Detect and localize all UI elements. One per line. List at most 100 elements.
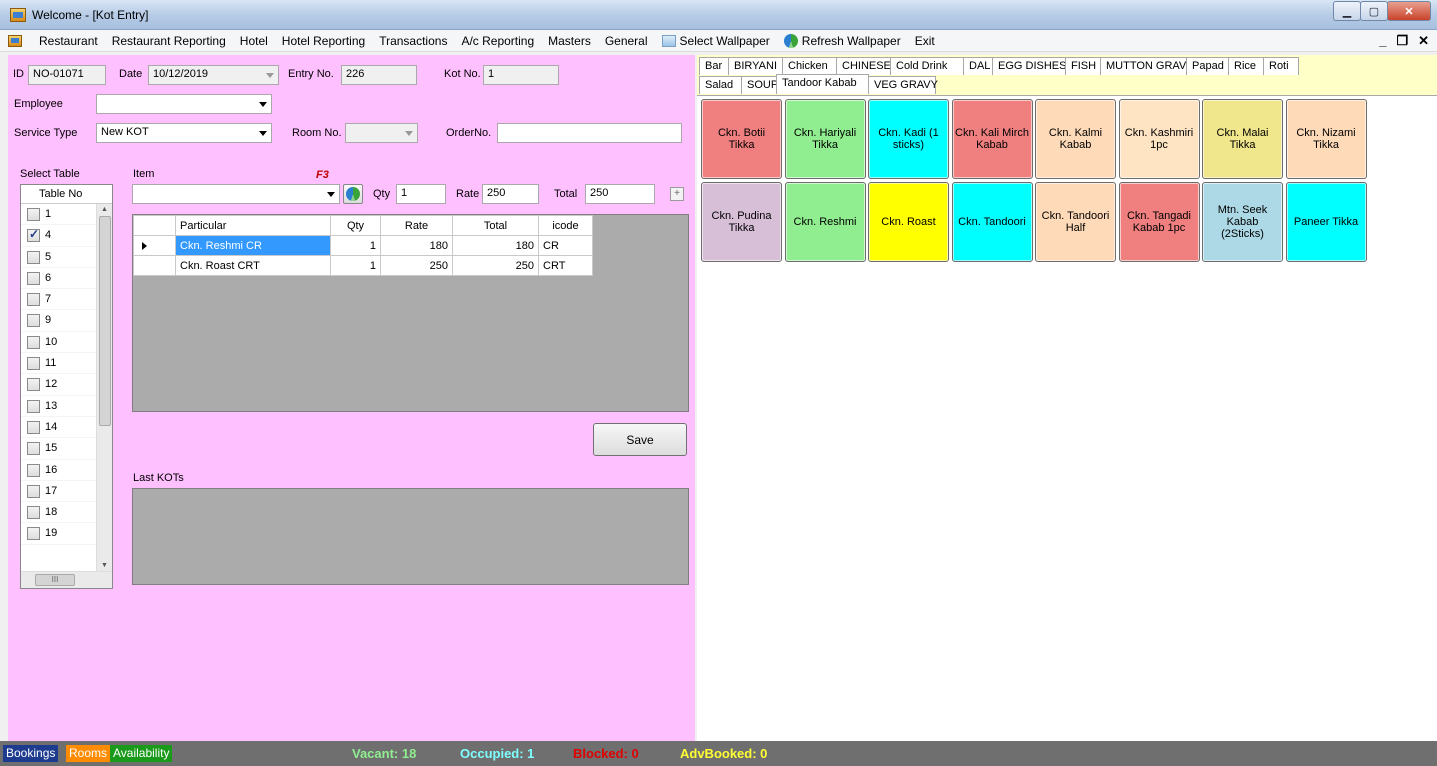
expand-icon[interactable]: + <box>670 187 684 201</box>
tab-biryani[interactable]: BIRYANI <box>728 57 783 75</box>
date-picker[interactable]: 10/12/2019 <box>148 65 279 85</box>
table-checkbox[interactable] <box>27 271 40 285</box>
menu-item-ckn-roast[interactable]: Ckn. Roast <box>868 182 949 262</box>
table-checkbox[interactable] <box>27 463 40 477</box>
tab-chinese[interactable]: CHINESE <box>836 57 891 75</box>
mdi-restore-icon[interactable]: ❐ <box>1396 33 1408 49</box>
table-checkbox[interactable] <box>27 506 40 520</box>
menu-exit[interactable]: Exit <box>908 34 942 48</box>
table-checkbox[interactable] <box>27 420 40 434</box>
column-header-total[interactable]: Total <box>452 215 539 236</box>
qty-input[interactable]: 1 <box>396 184 446 204</box>
cell-icode[interactable]: CR <box>538 235 593 256</box>
menu-a-c-reporting[interactable]: A/c Reporting <box>454 34 541 48</box>
table-checkbox[interactable] <box>27 399 40 413</box>
row-header[interactable] <box>133 255 176 276</box>
tab-roti[interactable]: Roti <box>1263 57 1299 75</box>
menu-hotel-reporting[interactable]: Hotel Reporting <box>275 34 372 48</box>
menu-item-ckn-kalmi-kabab[interactable]: Ckn. Kalmi Kabab <box>1035 99 1116 179</box>
maximize-icon[interactable]: ▢ <box>1360 1 1388 21</box>
table-checkbox[interactable] <box>27 250 40 264</box>
column-header-rate[interactable]: Rate <box>380 215 453 236</box>
scroll-up-icon[interactable]: ▲ <box>101 206 108 213</box>
cell-total[interactable]: 250 <box>452 255 539 276</box>
menu-item-ckn-pudina-tikka[interactable]: Ckn. Pudina Tikka <box>701 182 782 262</box>
menu-item-ckn-tandoori[interactable]: Ckn. Tandoori <box>951 182 1033 262</box>
table-checkbox[interactable] <box>27 527 40 541</box>
total-input[interactable]: 250 <box>585 184 655 204</box>
tab-egg-dishes[interactable]: EGG DISHES <box>992 57 1066 75</box>
menu-item-ckn-tangadi-kabab-1pc[interactable]: Ckn. Tangadi Kabab 1pc <box>1118 182 1200 262</box>
menu-item-ckn-reshmi[interactable]: Ckn. Reshmi <box>784 182 866 262</box>
column-header-icode[interactable]: icode <box>538 215 593 236</box>
menu-item-paneer-tikka[interactable]: Paneer Tikka <box>1285 182 1367 262</box>
bookings-tab[interactable]: Bookings <box>3 745 59 762</box>
mdi-minimize-icon[interactable]: _ <box>1379 33 1386 49</box>
menu-item-ckn-nizami-tikka[interactable]: Ckn. Nizami Tikka <box>1285 99 1367 179</box>
kot-no-field[interactable]: 1 <box>483 65 559 85</box>
tab-fish[interactable]: FISH <box>1065 57 1101 75</box>
room-no-select[interactable] <box>345 123 418 143</box>
tab-bar[interactable]: Bar <box>699 57 729 75</box>
vertical-scrollbar[interactable]: ▲ ▼ <box>96 204 112 571</box>
cell-icode[interactable]: CRT <box>538 255 593 276</box>
cell-rate[interactable]: 250 <box>380 255 453 276</box>
close-icon[interactable]: ✕ <box>1387 1 1431 21</box>
rooms-tab[interactable]: Rooms <box>66 745 111 762</box>
menu-restaurant[interactable]: Restaurant <box>32 34 105 48</box>
table-checkbox[interactable] <box>27 314 40 328</box>
tab-cold-drink[interactable]: Cold Drink <box>890 57 964 75</box>
menu-restaurant-reporting[interactable]: Restaurant Reporting <box>105 34 233 48</box>
menu-transactions[interactable]: Transactions <box>372 34 454 48</box>
availability-tab[interactable]: Availability <box>110 745 173 762</box>
menu-item-ckn-hariyali-tikka[interactable]: Ckn. Hariyali Tikka <box>784 99 866 179</box>
scroll-down-icon[interactable]: ▼ <box>101 562 108 569</box>
menu-item-mtn-seek-kabab-2sticks[interactable]: Mtn. Seek Kabab (2Sticks) <box>1202 182 1283 262</box>
cell-qty[interactable]: 1 <box>330 235 381 256</box>
id-field[interactable]: NO-01071 <box>28 65 106 85</box>
tab-papad[interactable]: Papad <box>1186 57 1229 75</box>
refresh-items-button[interactable] <box>343 184 363 204</box>
menu-hotel[interactable]: Hotel <box>233 34 275 48</box>
table-checkbox[interactable] <box>27 484 40 498</box>
menu-item-ckn-botii-tikka[interactable]: Ckn. Botii Tikka <box>701 99 782 179</box>
table-checkbox[interactable] <box>27 335 40 349</box>
table-row[interactable]: Ckn. Roast CRT 1 250 250 CRT <box>133 255 593 276</box>
table-checkbox[interactable] <box>27 442 40 456</box>
mdi-close-icon[interactable]: ✕ <box>1418 33 1429 49</box>
entry-no-field[interactable]: 226 <box>341 65 417 85</box>
horizontal-scrollbar[interactable]: III <box>21 571 112 588</box>
menu-refresh-wallpaper[interactable]: Refresh Wallpaper <box>777 33 908 48</box>
cell-particular[interactable]: Ckn. Reshmi CR <box>175 235 331 256</box>
cell-particular[interactable]: Ckn. Roast CRT <box>175 255 331 276</box>
table-checkbox[interactable] <box>27 208 40 221</box>
column-header-qty[interactable]: Qty <box>330 215 381 236</box>
order-no-input[interactable] <box>497 123 682 143</box>
tab-rice[interactable]: Rice <box>1228 57 1264 75</box>
save-button[interactable]: Save <box>593 423 687 456</box>
table-checkbox[interactable] <box>27 293 40 307</box>
table-row[interactable]: Ckn. Reshmi CR 1 180 180 CR <box>133 235 593 256</box>
row-header[interactable] <box>133 235 176 256</box>
cell-qty[interactable]: 1 <box>330 255 381 276</box>
scroll-thumb[interactable] <box>99 216 111 426</box>
menu-item-ckn-kali-mirch-kabab[interactable]: Ckn. Kali Mirch Kabab <box>951 99 1033 179</box>
table-checkbox[interactable] <box>27 227 40 243</box>
scroll-thumb-horizontal[interactable]: III <box>35 574 75 586</box>
employee-select[interactable] <box>96 94 272 114</box>
cell-total[interactable]: 180 <box>452 235 539 256</box>
tab-mutton-gravy[interactable]: MUTTON GRAVY <box>1100 57 1194 75</box>
menu-select-wallpaper[interactable]: Select Wallpaper <box>655 34 777 48</box>
tab-dal[interactable]: DAL <box>963 57 993 75</box>
table-checkbox[interactable] <box>27 357 40 371</box>
mdi-child-icon[interactable] <box>8 34 22 47</box>
tab-veg-gravy[interactable]: VEG GRAVY <box>868 76 938 94</box>
tab-soup[interactable]: SOUP <box>741 76 778 94</box>
menu-item-ckn-kashmiri-1pc[interactable]: Ckn. Kashmiri 1pc <box>1118 99 1200 179</box>
menu-item-ckn-tandoori-half[interactable]: Ckn. Tandoori Half <box>1035 182 1116 262</box>
menu-general[interactable]: General <box>598 34 655 48</box>
cell-rate[interactable]: 180 <box>380 235 453 256</box>
menu-masters[interactable]: Masters <box>541 34 598 48</box>
minimize-icon[interactable]: ▁ <box>1333 1 1361 21</box>
menu-item-ckn-kadi-1-sticks[interactable]: Ckn. Kadi (1 sticks) <box>868 99 949 179</box>
